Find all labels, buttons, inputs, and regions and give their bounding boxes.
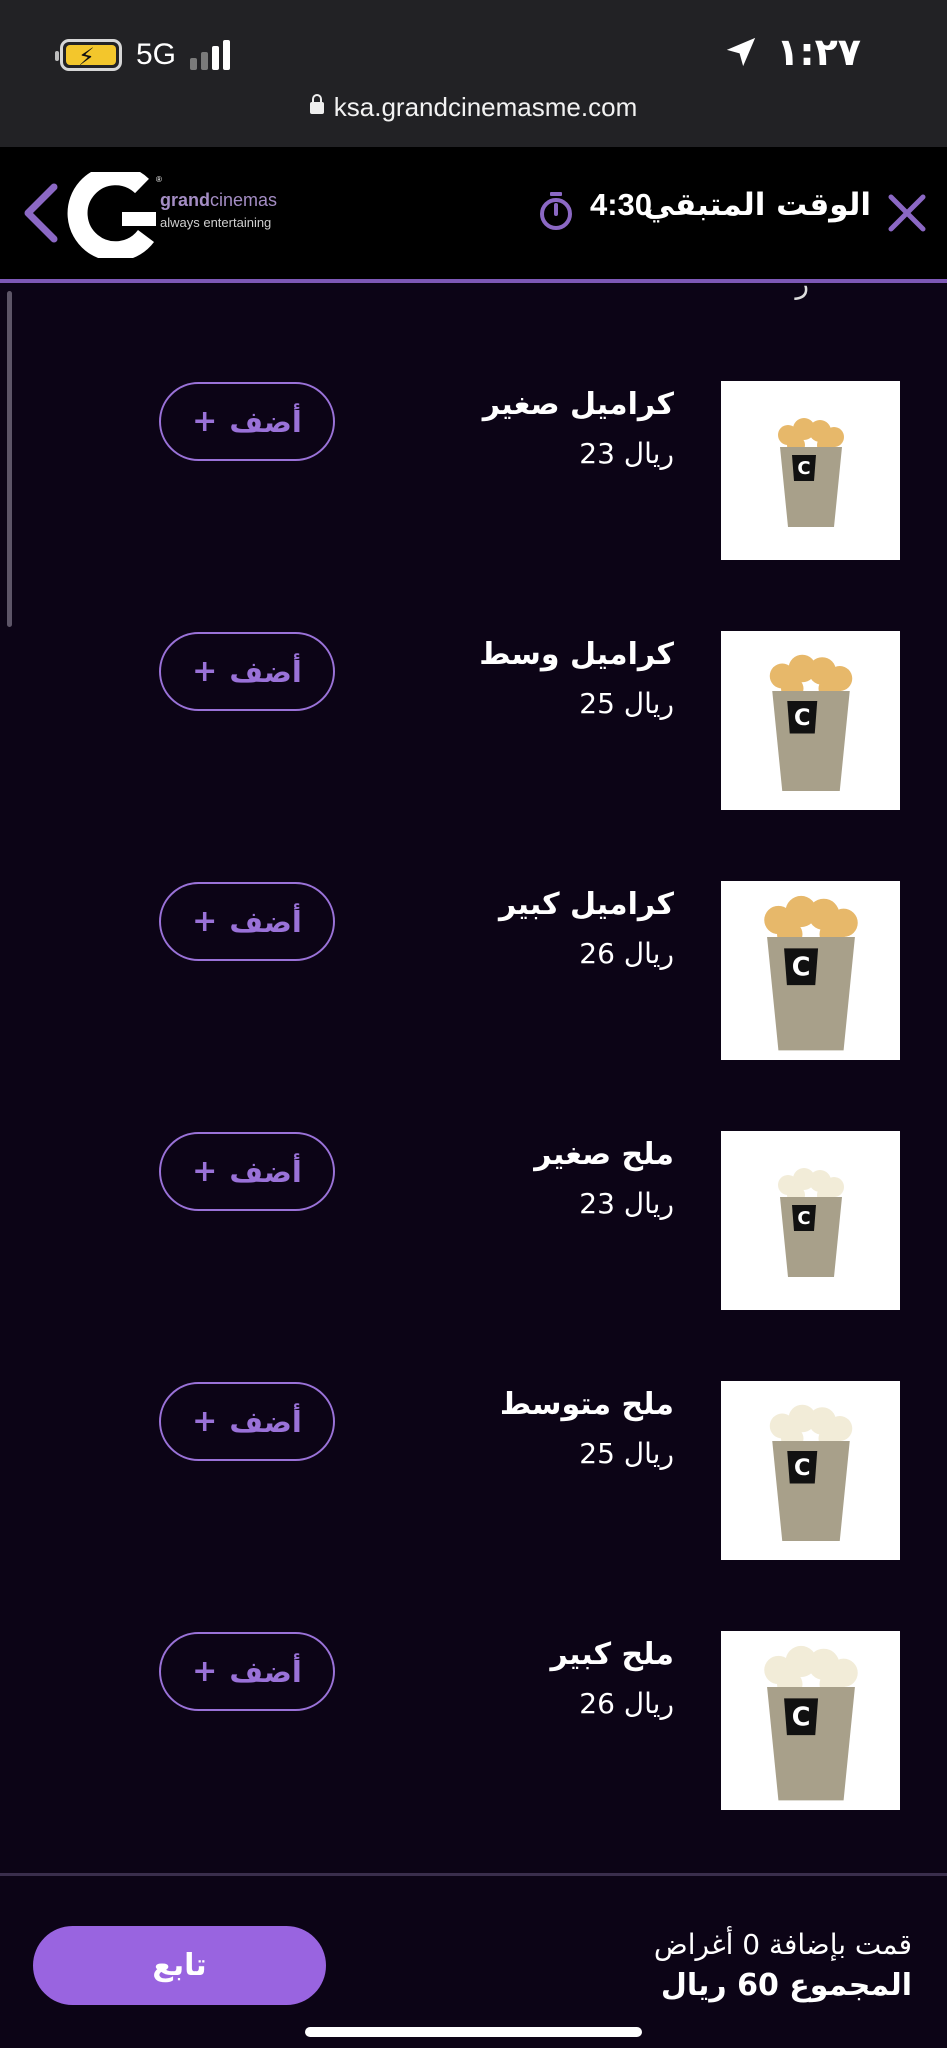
product-image: C: [721, 631, 900, 810]
svg-text:C: C: [791, 952, 810, 982]
svg-text:C: C: [797, 1208, 810, 1229]
popcorn-icon: C: [769, 654, 852, 791]
svg-text:C: C: [793, 704, 810, 730]
brand-bold: grand: [160, 190, 211, 210]
popcorn-icon: C: [769, 1404, 852, 1541]
plus-icon: +: [192, 654, 218, 689]
add-button[interactable]: + أضف: [159, 1132, 335, 1211]
product-name: كراميل صغير: [482, 387, 674, 422]
list-item: C كراميل كبير ريال 26 + أضف: [0, 881, 947, 1061]
status-bar: ⚡ 5G ١:٢٧ ksa.grandcinemasme.com: [0, 0, 947, 147]
add-label: أضف: [229, 404, 302, 439]
add-label: أضف: [229, 654, 302, 689]
popcorn-icon: C: [777, 1167, 844, 1277]
plus-icon: +: [192, 404, 218, 439]
popcorn-icon: C: [763, 1645, 858, 1800]
product-image: C: [721, 381, 900, 560]
product-image: C: [721, 881, 900, 1060]
list-item: C ملح متوسط ريال 25 + أضف: [0, 1381, 947, 1561]
list-item: C كراميل وسط ريال 25 + أضف: [0, 631, 947, 811]
status-right: ١:٢٧: [724, 30, 861, 74]
add-button[interactable]: + أضف: [159, 382, 335, 461]
plus-icon: +: [192, 1654, 218, 1689]
plus-icon: +: [192, 1154, 218, 1189]
brand-tagline: always entertaining: [160, 215, 272, 230]
home-indicator[interactable]: [305, 2027, 642, 2037]
product-price: ريال 25: [579, 687, 674, 720]
product-name: كراميل كبير: [498, 887, 674, 922]
status-left: ⚡ 5G: [55, 36, 231, 74]
svg-text:C: C: [791, 1702, 810, 1732]
total-text: المجموع 60 ريال: [660, 1968, 912, 2003]
svg-text:®: ®: [156, 175, 162, 184]
url-text: ksa.grandcinemasme.com: [333, 92, 638, 122]
add-button[interactable]: + أضف: [159, 882, 335, 961]
continue-button[interactable]: تابع: [33, 1926, 326, 2005]
product-image: C: [721, 1631, 900, 1810]
product-price: ريال 26: [579, 1687, 674, 1720]
product-price: ريال 25: [579, 1437, 674, 1470]
add-button[interactable]: + أضف: [159, 1632, 335, 1711]
back-chevron-icon[interactable]: [18, 181, 62, 245]
product-image: C: [721, 1381, 900, 1560]
network-type: 5G: [136, 38, 177, 71]
add-label: أضف: [229, 1654, 302, 1689]
checkout-bar: تابع قمت بإضافة 0 أغراض المجموع 60 ريال: [0, 1873, 947, 2048]
list-item: C ملح صغير ريال 23 + أضف: [0, 1131, 947, 1311]
product-name: ملح كبير: [550, 1637, 675, 1672]
brand-rest: cinemas: [210, 190, 278, 210]
timer-value: 4:30: [589, 187, 652, 222]
add-label: أضف: [229, 1154, 302, 1189]
stopwatch-icon: [540, 192, 572, 230]
clock: ١:٢٧: [776, 30, 861, 74]
lock-icon: [309, 94, 324, 114]
list-item: C ملح كبير ريال 26 + أضف: [0, 1631, 947, 1811]
add-button[interactable]: + أضف: [159, 632, 335, 711]
items-added-text: قمت بإضافة 0 أغراض: [653, 1928, 912, 1961]
add-label: أضف: [229, 904, 302, 939]
product-name: ملح صغير: [534, 1137, 674, 1172]
brand-text: grandcinemas always entertaining: [160, 190, 277, 230]
svg-text:C: C: [793, 1454, 810, 1480]
add-button[interactable]: + أضف: [159, 1382, 335, 1461]
concessions-list[interactable]: ر C كراميل صغير ريال 23 + أضف C كراميل وس…: [0, 283, 947, 1873]
signal-icon: [190, 40, 231, 70]
product-price: ريال 23: [579, 437, 674, 470]
add-label: أضف: [229, 1404, 302, 1439]
close-icon[interactable]: [887, 193, 927, 233]
location-arrow-icon: [727, 37, 756, 67]
app-header: ® grandcinemas always entertaining الوقت…: [0, 147, 947, 283]
url-bar[interactable]: ksa.grandcinemasme.com: [0, 92, 947, 123]
svg-text:C: C: [797, 458, 810, 479]
popcorn-icon: C: [763, 895, 858, 1050]
timer-label: الوقت المتبقي: [643, 187, 871, 223]
product-price: ريال 23: [579, 1187, 674, 1220]
list-item: C كراميل صغير ريال 23 + أضف: [0, 381, 947, 561]
plus-icon: +: [192, 1404, 218, 1439]
battery-icon: ⚡: [55, 39, 122, 71]
product-name: كراميل وسط: [479, 637, 674, 672]
popcorn-icon: C: [777, 417, 844, 527]
product-image: C: [721, 1131, 900, 1310]
product-price: ريال 26: [579, 937, 674, 970]
plus-icon: +: [192, 904, 218, 939]
product-name: ملح متوسط: [499, 1387, 674, 1422]
section-title-cut: ر: [795, 283, 809, 300]
